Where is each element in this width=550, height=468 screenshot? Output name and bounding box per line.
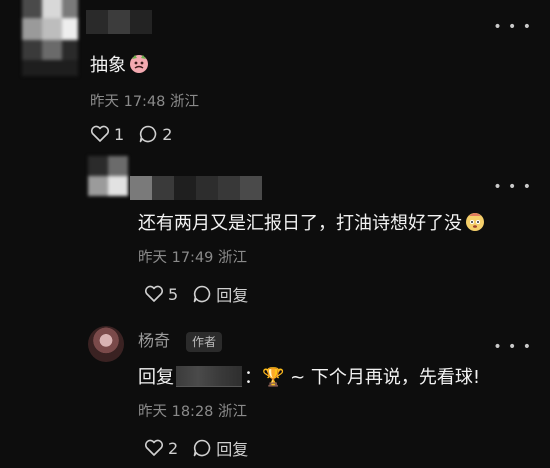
comment-meta: 昨天 17:49 浙江 — [138, 250, 248, 266]
comment-actions: 1 2 — [90, 124, 172, 144]
like-count: 1 — [114, 124, 125, 144]
comment-actions: 5 回复 — [144, 282, 248, 306]
like-button[interactable]: 2 — [144, 439, 178, 458]
more-dots-icon[interactable]: • • • — [493, 340, 532, 354]
comment-bubble-icon — [139, 125, 157, 143]
like-button[interactable]: 1 — [90, 125, 124, 144]
heart-icon — [144, 439, 164, 456]
comment-bubble-icon — [193, 439, 211, 457]
reply-prefix: 回复 — [138, 367, 174, 388]
heart-icon — [90, 125, 110, 142]
face-emoji-icon — [130, 55, 148, 73]
comment-text: 回复 ：🏆 ~ 下个月再说，先看球! — [138, 366, 481, 388]
reply-label: 回复 — [216, 440, 249, 459]
comment-actions: 2 回复 — [144, 436, 248, 460]
comment-text: 还有两月又是汇报日了，打油诗想好了没 — [138, 210, 486, 236]
comment-text: 抽象 — [90, 52, 150, 78]
comment-meta: 昨天 17:48 浙江 — [90, 94, 200, 110]
username-redacted — [86, 10, 152, 34]
comment-meta: 昨天 18:28 浙江 — [138, 404, 248, 420]
heart-icon — [144, 285, 164, 302]
more-dots-icon[interactable]: • • • — [493, 20, 532, 34]
reply-count: 2 — [162, 124, 173, 144]
reply-button[interactable]: 回复 — [192, 436, 248, 460]
reply-button[interactable]: 2 — [138, 124, 172, 144]
avatar[interactable] — [88, 156, 128, 196]
author-name[interactable]: 杨奇 — [138, 330, 170, 352]
mention-redacted[interactable] — [176, 366, 242, 387]
like-count: 5 — [168, 284, 179, 304]
comment-thread: • • • 抽象 昨天 17:48 浙江 1 2 • • • 还有两月又是汇报日… — [0, 0, 550, 468]
reply-button[interactable]: 回复 — [192, 282, 248, 306]
like-count: 2 — [168, 438, 179, 458]
avatar[interactable] — [22, 0, 78, 76]
face-emoji-icon — [466, 213, 484, 231]
avatar[interactable] — [88, 326, 124, 362]
author-badge: 作者 — [186, 332, 223, 352]
username-redacted — [130, 176, 262, 200]
like-button[interactable]: 5 — [144, 285, 178, 304]
more-dots-icon[interactable]: • • • — [493, 180, 532, 194]
reply-label: 回复 — [216, 286, 249, 305]
comment-bubble-icon — [193, 285, 211, 303]
